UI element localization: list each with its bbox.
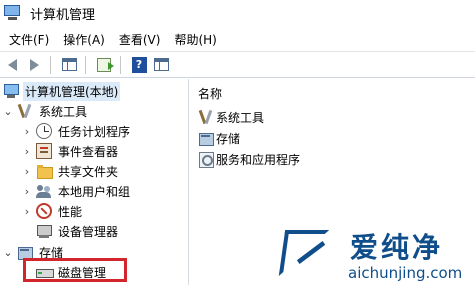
menu-file[interactable]: 文件(F) xyxy=(0,31,56,48)
console-tree-icon xyxy=(61,58,77,71)
computer-icon xyxy=(3,83,19,99)
show-hide-console-tree-button[interactable] xyxy=(59,55,79,75)
expand-chevron-icon[interactable]: › xyxy=(22,165,32,178)
services-icon xyxy=(198,151,214,168)
menu-view[interactable]: 查看(V) xyxy=(112,31,168,48)
list-item[interactable]: 系统工具 xyxy=(198,107,264,127)
watermark-logo-icon xyxy=(278,230,330,276)
list-item-label: 存储 xyxy=(216,131,241,146)
help-button[interactable]: ? xyxy=(129,55,149,75)
tree-label: 设备管理器 xyxy=(58,224,119,239)
tree-label: 计算机管理(本地) xyxy=(23,81,121,101)
menu-help[interactable]: 帮助(H) xyxy=(167,31,223,48)
tree-item-system-tools[interactable]: ⌄ 系统工具 xyxy=(3,101,89,121)
tools-icon xyxy=(17,103,33,119)
watermark-url: aichunjing.com xyxy=(348,264,463,282)
tree-item-local-users[interactable]: › 本地用户和组 xyxy=(22,181,132,201)
computer-management-window: 计算机管理 文件(F) 操作(A) 查看(V) 帮助(H) ? 计算机管理(本地… xyxy=(0,0,475,285)
action-pane-icon xyxy=(153,58,169,71)
list-item[interactable]: 服务和应用程序 xyxy=(198,149,300,169)
help-icon: ? xyxy=(131,56,147,73)
toolbar-divider xyxy=(120,55,121,74)
computer-management-icon xyxy=(4,5,22,21)
performance-icon xyxy=(36,203,52,219)
export-list-button[interactable] xyxy=(94,55,114,75)
tree-item-shared-folders[interactable]: › 共享文件夹 xyxy=(22,161,120,181)
tree-label: 系统工具 xyxy=(39,104,88,119)
toolbar-divider xyxy=(50,55,51,74)
tree-label: 性能 xyxy=(58,204,83,219)
collapse-chevron-icon[interactable]: ⌄ xyxy=(3,105,13,118)
forward-button[interactable] xyxy=(24,55,44,75)
tree-item-performance[interactable]: › 性能 xyxy=(22,201,84,221)
tree-item-computer-management[interactable]: 计算机管理(本地) xyxy=(3,81,121,101)
tools-icon xyxy=(198,109,214,125)
expand-chevron-icon[interactable]: › xyxy=(22,185,32,198)
expand-chevron-icon[interactable]: › xyxy=(22,145,32,158)
tree-item-task-scheduler[interactable]: › 任务计划程序 xyxy=(22,121,132,141)
tree-item-device-manager[interactable]: 设备管理器 xyxy=(36,221,120,241)
expand-chevron-icon[interactable]: › xyxy=(22,125,32,138)
tree-label: 任务计划程序 xyxy=(58,124,131,139)
tree-label: 本地用户和组 xyxy=(58,184,131,199)
forward-arrow-icon xyxy=(29,58,39,71)
window-title: 计算机管理 xyxy=(30,7,96,23)
back-button[interactable] xyxy=(2,55,22,75)
storage-icon xyxy=(198,130,214,146)
highlight-annotation-box xyxy=(23,258,127,282)
toolbar-divider xyxy=(85,55,86,74)
console-tree: 计算机管理(本地) ⌄ 系统工具 › 任务计划程序 › 事件查看器 › 共享文件… xyxy=(0,79,189,285)
menu-bar: 文件(F) 操作(A) 查看(V) 帮助(H) xyxy=(0,28,475,50)
watermark-name: 爱纯净 xyxy=(350,231,444,264)
column-header-name[interactable]: 名称 xyxy=(198,85,222,102)
list-item-label: 系统工具 xyxy=(216,110,265,125)
export-icon xyxy=(97,57,114,72)
tree-item-event-viewer[interactable]: › 事件查看器 xyxy=(22,141,120,161)
show-hide-action-pane-button[interactable] xyxy=(151,55,171,75)
event-viewer-icon xyxy=(36,143,52,159)
users-icon xyxy=(36,183,52,199)
watermark: 爱纯净 aichunjing.com xyxy=(278,228,472,283)
list-item-label: 服务和应用程序 xyxy=(216,152,301,167)
back-arrow-icon xyxy=(7,58,17,71)
tree-label: 共享文件夹 xyxy=(58,164,119,179)
tree-label: 事件查看器 xyxy=(58,144,119,159)
menu-action[interactable]: 操作(A) xyxy=(56,31,112,48)
title-bar[interactable]: 计算机管理 xyxy=(0,0,475,26)
collapse-chevron-icon[interactable]: ⌄ xyxy=(3,246,13,259)
list-item[interactable]: 存储 xyxy=(198,128,240,148)
clock-icon xyxy=(36,123,52,139)
folder-icon xyxy=(36,163,53,179)
device-manager-icon xyxy=(36,223,52,239)
toolbar: ? xyxy=(0,51,475,78)
expand-chevron-icon[interactable]: › xyxy=(22,205,32,218)
